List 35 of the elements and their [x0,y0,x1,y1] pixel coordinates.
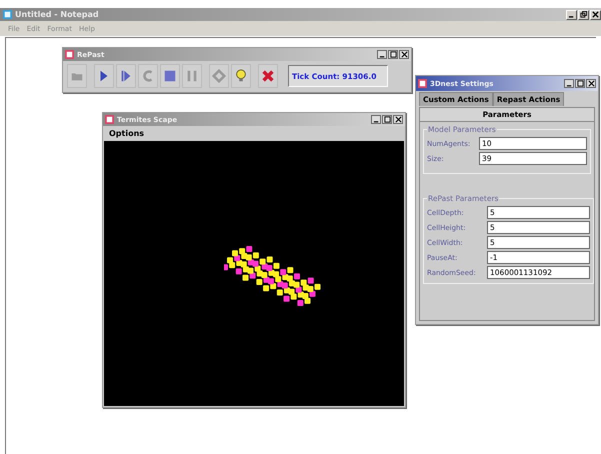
bulb-button[interactable] [231,64,251,88]
close-icon [592,11,599,18]
bulb-icon [234,69,248,83]
minimize-button[interactable] [371,115,381,124]
close-button[interactable] [586,79,596,88]
window-title: Untitled - Notepad [15,10,99,19]
minimize-button[interactable] [377,50,387,59]
exit-button[interactable] [258,64,278,88]
maximize-button[interactable] [382,115,392,124]
stop-icon [163,69,177,83]
minimize-button[interactable] [564,79,574,88]
menu-item[interactable]: Options [109,129,144,138]
play-button[interactable] [94,64,114,88]
app-icon [418,79,427,88]
close-icon [261,69,275,83]
maximize-icon [576,80,584,87]
reload-icon [141,69,155,83]
maximize-icon [384,116,390,123]
pause-icon [185,69,199,83]
maximize-button[interactable] [388,50,398,59]
close-icon [400,51,408,58]
close-button[interactable] [399,50,409,59]
maximize-icon [390,51,396,58]
close-icon [394,116,402,123]
app-icon [105,115,114,124]
notepad-icon [2,9,13,20]
maximize-button[interactable] [575,79,585,88]
restore-icon [580,11,587,18]
app-icon [65,50,74,59]
close-icon [588,80,594,87]
step-icon [119,69,133,83]
close-button[interactable] [393,115,403,124]
step-button[interactable] [116,64,136,88]
restore-button[interactable] [578,10,589,20]
stop-button[interactable] [160,64,180,88]
